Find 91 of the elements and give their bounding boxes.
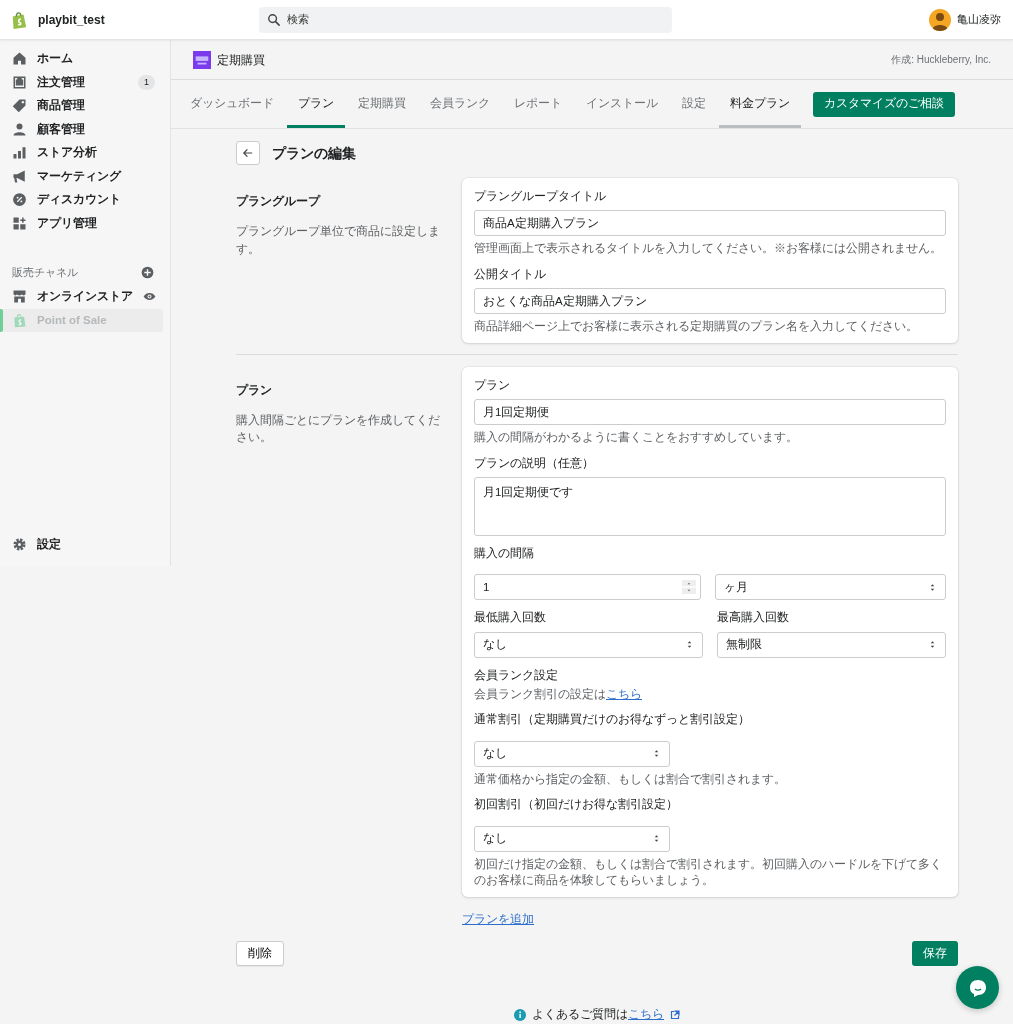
add-icon[interactable]: [141, 265, 154, 279]
delete-button[interactable]: 削除: [236, 941, 284, 967]
link[interactable]: こちら: [606, 687, 642, 700]
tab[interactable]: 料金プラン: [719, 80, 801, 128]
sidebar-item[interactable]: マーケティング: [0, 164, 163, 188]
section-title: プラン: [236, 382, 273, 398]
section-title: プラングループ: [236, 194, 322, 209]
faq-text: よくあるご質問はこちら: [532, 1007, 664, 1023]
select-field[interactable]: なし: [474, 825, 670, 852]
megaphone-icon: [12, 168, 27, 184]
sidebar-item[interactable]: 商品管理: [0, 94, 163, 118]
spinner-icon: [682, 578, 696, 597]
field-label: プラングループタイトル: [474, 189, 607, 204]
inbox-icon: [12, 74, 27, 90]
add-plan-link[interactable]: プランを追加: [462, 912, 534, 925]
help-text: 初回だけ指定の金額、もしくは割合で割引されます。初回購入のハードルを下げて多くのお客様に商品を体験してもらいましょう。: [474, 856, 943, 889]
field-label: 会員ランク設定: [474, 667, 559, 683]
field-label: 通常割引（定期購買だけのお得なずっと割引設定）: [474, 712, 751, 728]
tab[interactable]: 設定: [671, 80, 717, 128]
tab[interactable]: ダッシュボード: [179, 80, 285, 128]
help-text: 購入の間隔がわかるように書くことをおすすめしています。: [474, 430, 799, 446]
input-field[interactable]: 月1回定期便: [474, 399, 946, 426]
sidebar-item[interactable]: 顧客管理: [0, 117, 163, 141]
field-label: 公開タイトル: [474, 266, 547, 282]
field-label: 最高購入回数: [717, 610, 790, 626]
select-field[interactable]: なし: [474, 740, 670, 767]
field-label: プラン: [474, 377, 511, 393]
bar-chart-icon: [12, 145, 27, 161]
store-name: playbit_test: [38, 11, 105, 29]
select-field[interactable]: 無制限: [717, 631, 946, 658]
gear-icon: [12, 536, 27, 552]
sidebar-item[interactable]: ホーム: [0, 47, 163, 71]
tab[interactable]: 会員ランク: [419, 80, 501, 128]
bag-icon: [12, 312, 27, 328]
apps-icon: [12, 215, 27, 231]
help-text: 管理画面上で表示されるタイトルを入力してください。※お客様には公開されません。: [474, 241, 943, 257]
field-label: プランの説明（任意）: [474, 455, 595, 471]
number-field[interactable]: 1: [474, 574, 701, 601]
avatar[interactable]: [929, 8, 951, 31]
back-button[interactable]: [236, 141, 260, 165]
count-badge: 1: [138, 74, 155, 90]
credit-text: 作成: Huckleberry, Inc.: [891, 53, 991, 67]
consult-button[interactable]: カスタマイズのご相談: [813, 91, 955, 117]
sidebar-item[interactable]: 設定: [0, 532, 163, 556]
search-field[interactable]: 検索: [259, 6, 672, 33]
section-description: 購入間隔ごとにプランを作成してください。: [236, 413, 441, 446]
text-area[interactable]: 月1回定期便です: [474, 477, 946, 536]
tag-icon: [12, 98, 27, 114]
section-heading: 販売チャネル: [12, 264, 78, 280]
help-text: 通常価格から指定の金額、もしくは割合で割引されます。: [474, 771, 787, 787]
sidebar-item[interactable]: オンラインストア: [0, 285, 163, 309]
tab[interactable]: プラン: [287, 80, 345, 128]
sidebar-item[interactable]: ディスカウント: [0, 188, 163, 212]
sidebar-item[interactable]: ストア分析: [0, 141, 163, 165]
info-icon: [514, 1008, 526, 1021]
save-button[interactable]: 保存: [912, 941, 958, 967]
home-icon: [12, 51, 27, 67]
field-label: 初回割引（初回だけお得な割引設定）: [474, 797, 679, 813]
sidebar-item[interactable]: アプリ管理: [0, 211, 163, 235]
note-text: 会員ランク割引の設定はこちら: [474, 686, 643, 702]
sidebar-item[interactable]: 注文管理 1: [0, 70, 163, 94]
store-icon: [12, 289, 27, 305]
user-name: 亀山凌弥: [957, 12, 1001, 28]
select-caret-icon: [652, 748, 661, 760]
select-field[interactable]: ヶ月: [715, 574, 946, 601]
link[interactable]: こちら: [628, 1008, 664, 1021]
app-title: 定期購買: [217, 51, 265, 69]
select-caret-icon: [928, 639, 937, 650]
section-description: プラングループ単位で商品に設定します。: [236, 224, 441, 257]
select-field[interactable]: なし: [474, 631, 703, 658]
tab[interactable]: 定期購買: [347, 80, 417, 128]
app-logo-icon: [193, 50, 211, 69]
select-caret-icon: [928, 581, 937, 593]
input-field[interactable]: おとくな商品A定期購入プラン: [474, 288, 946, 315]
chat-button[interactable]: [956, 966, 999, 1009]
bag-logo-icon: [10, 9, 28, 30]
select-caret-icon: [652, 833, 661, 845]
discount-icon: [12, 192, 27, 208]
select-caret-icon: [685, 639, 694, 650]
tab[interactable]: レポート: [503, 80, 573, 128]
arrow-left-icon: [242, 147, 254, 159]
help-text: 商品詳細ページ上でお客様に表示される定期購買のプラン名を入力してください。: [474, 319, 919, 335]
page-title: プランの編集: [272, 144, 356, 162]
person-icon: [12, 121, 27, 137]
field-label: 最低購入回数: [474, 610, 547, 626]
chat-bubble-icon: [967, 977, 988, 998]
input-field[interactable]: 商品A定期購入プラン: [474, 210, 946, 237]
external-link-icon: [670, 1009, 680, 1020]
field-label: 購入の間隔: [474, 546, 535, 561]
search-icon: [267, 12, 281, 27]
tab[interactable]: インストール: [575, 80, 669, 128]
